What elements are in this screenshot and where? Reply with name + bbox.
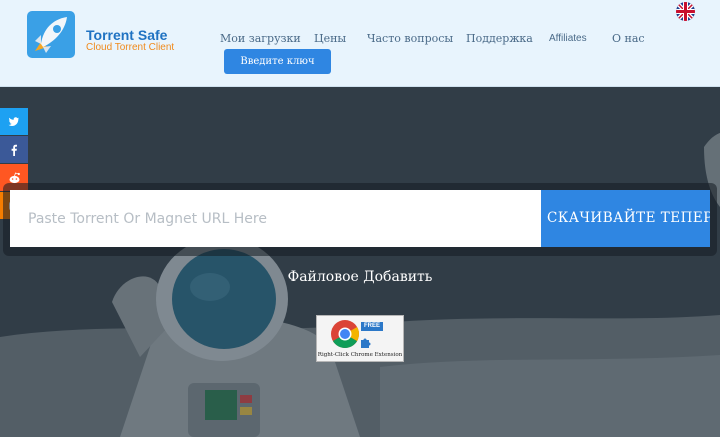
uk-flag-icon[interactable] [676,2,695,21]
file-add-link[interactable]: Файловое Добавить [0,269,720,285]
twitter-share-button[interactable] [0,108,28,135]
nav-pricing[interactable]: Цены [314,32,346,45]
facebook-icon [11,144,17,156]
nav-affiliates[interactable]: Affiliates [549,33,587,44]
download-now-button[interactable]: СКАЧИВАЙТЕ ТЕПЕРЬ [541,190,710,247]
nav-faq[interactable]: Часто вопросы [367,32,453,45]
site-header: Torrent Safe Cloud Torrent Client Мои за… [0,0,720,87]
hero-section [0,87,720,437]
free-badge: FREE [361,322,384,331]
facebook-share-button[interactable] [0,136,28,163]
reddit-icon [9,171,20,183]
astronaut-background [0,87,720,437]
chrome-extension-caption: Right-Click Chrome Extension [317,352,403,358]
puzzle-piece-icon [361,338,371,348]
torrent-url-input[interactable] [10,190,541,247]
nav-about[interactable]: О нас [612,32,645,45]
chrome-extension-badge[interactable]: FREE Right-Click Chrome Extension [316,315,404,362]
nav-support[interactable]: Поддержка [466,32,533,45]
enter-key-button[interactable]: Введите ключ [224,49,331,74]
main-nav: Мои загрузки Цены Часто вопросы Поддержк… [0,32,720,46]
twitter-icon [8,116,19,126]
nav-my-downloads[interactable]: Мои загрузки [220,32,301,45]
